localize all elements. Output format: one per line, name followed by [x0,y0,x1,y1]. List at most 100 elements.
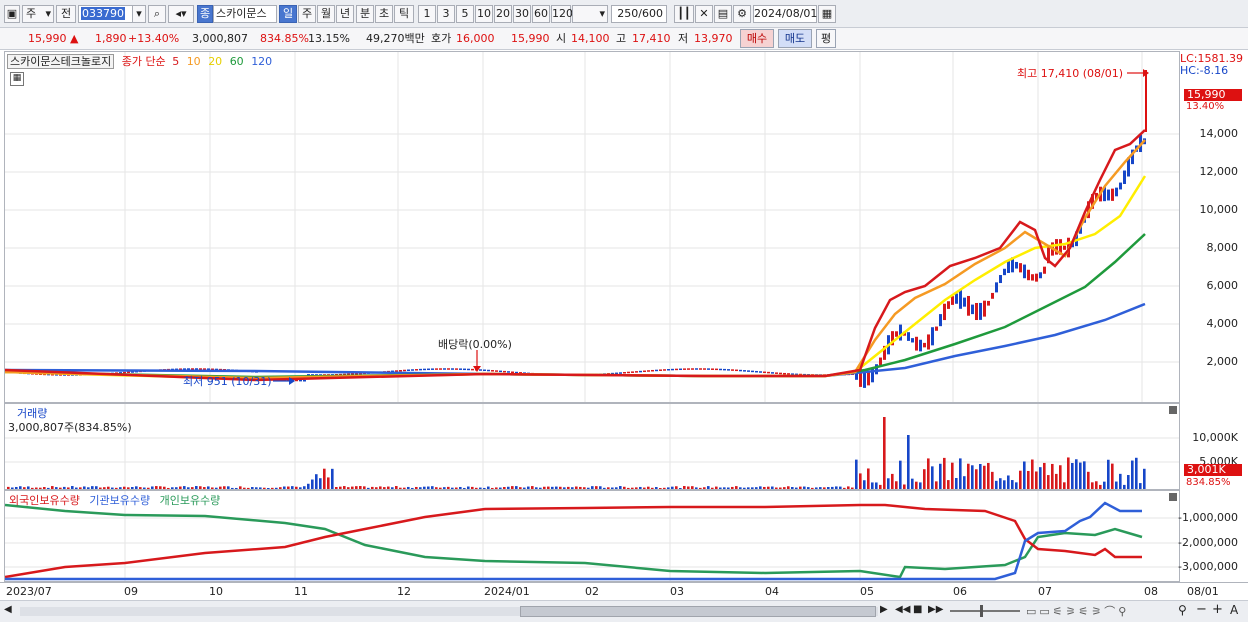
candle [775,372,778,374]
candle [923,342,926,348]
search-icon[interactable]: ⌕ [148,5,166,23]
volume-bar [711,487,714,489]
candle [679,368,682,371]
volume-bar [635,487,638,489]
font-size-icon[interactable]: A [1230,603,1238,617]
volume-bar [671,486,674,489]
period-minute[interactable]: 분 [356,5,374,23]
candle [439,368,442,370]
candles [7,70,1147,388]
grid-table-icon[interactable]: ▦ [10,72,24,86]
period-tick[interactable]: 틱 [394,5,414,23]
window-icon[interactable]: ▣ [4,5,20,23]
volume-bar [271,487,274,489]
interval-3[interactable]: 3 [437,5,455,23]
save-icon[interactable]: ▤ [714,5,732,23]
quote-high-label: 고 [616,32,627,45]
candle [963,297,966,307]
date-input[interactable]: 2024/08/01 [753,5,817,23]
chart-type-badge[interactable]: 종 [197,5,213,23]
dividend-annotation: 배당락(0.00%) [438,338,512,351]
drawing-tools-icons[interactable]: ▭▭⚟⚞⚟⚞⌒⚲ [1026,603,1129,619]
interval-1[interactable]: 1 [418,5,436,23]
holdings-pane[interactable]: 외국인보유수량 기관보유수량 개인보유수량 [4,490,1180,582]
volume-pane[interactable]: 거래량 3,000,807주(834.85%) [4,403,1180,490]
interval-custom-select[interactable]: ▾ [572,5,608,23]
price-pane[interactable]: 스카이문스테크놀로지 종가 단순 5 10 20 60 120 ▦ 최고 17,… [4,51,1180,403]
sell-button[interactable]: 매도 [778,29,812,48]
zoom-icon[interactable]: ⚲ [1178,603,1187,617]
candle [459,368,462,370]
volume-bar [859,473,862,489]
period-year[interactable]: 년 [336,5,354,23]
zoom-out-icon[interactable]: − [1196,602,1207,617]
candle [1107,189,1110,201]
interval-10[interactable]: 10 [475,5,493,23]
gear-icon[interactable]: ⚙ [733,5,751,23]
volume-bars [7,417,1146,489]
candle [499,370,502,373]
volume-bar [187,487,190,489]
volume-bar [1067,457,1070,489]
candle [1039,272,1042,279]
pane-close-icon[interactable] [1169,493,1177,501]
volume-bar [715,486,718,489]
period-week[interactable]: 주 [298,5,316,23]
interval-30[interactable]: 30 [513,5,531,23]
candle-icon[interactable]: ┃┃ [674,5,694,23]
interval-60[interactable]: 60 [532,5,550,23]
candle [975,302,978,321]
volume-bar [1107,459,1110,489]
volume-bar [867,468,870,489]
scroll-left-icon[interactable]: ◀ [4,604,12,615]
candle [411,369,414,371]
volume-bar [739,487,742,489]
volume-bar [123,486,126,489]
candle [511,371,514,374]
candle [479,369,482,371]
volume-bar [223,486,226,489]
x-label-current: 08/01 [1187,585,1219,598]
market-select[interactable]: 주 ▾ [22,5,54,23]
pane-close-icon[interactable] [1169,406,1177,414]
rewind-icon[interactable]: ◀◀ [895,604,910,615]
average-button[interactable]: 평 [816,29,836,48]
volume-bar [583,487,586,489]
interval-5[interactable]: 5 [456,5,474,23]
holdings-legend: 외국인보유수량 기관보유수량 개인보유수량 [9,492,220,508]
candle [723,368,726,371]
volume-bar [667,487,670,489]
volume-bar [779,487,782,489]
calendar-icon[interactable]: ▦ [818,5,836,23]
volume-bar [171,487,174,489]
quote-low-label: 저 [678,32,689,45]
count-input[interactable]: 250/600 [611,5,667,23]
buy-button[interactable]: 매수 [740,29,774,48]
scroll-bar[interactable]: ◀ ▶ ◀◀ ■ ▶▶ ▭▭⚟⚞⚟⚞⌒⚲ ⚲ − + A [0,600,1248,622]
period-month[interactable]: 월 [317,5,335,23]
speaker-icon[interactable]: ◂▾ [168,5,194,23]
zoom-slider-handle[interactable] [980,605,983,617]
volume-bar [95,486,98,489]
y-tick-2000: 2,000 [1206,355,1239,368]
candle [783,372,786,375]
period-day[interactable]: 일 [279,5,297,23]
stop-icon[interactable]: ■ [913,604,922,615]
period-second[interactable]: 초 [375,5,393,23]
scope-button[interactable]: 전 [56,5,76,23]
scroll-thumb[interactable] [520,606,876,617]
volume-bar [267,487,270,489]
volume-chart-svg [5,404,1179,489]
candle [743,370,746,372]
zoom-slider-track[interactable] [950,610,1020,612]
crosshair-icon[interactable]: ✕ [695,5,713,23]
zoom-in-icon[interactable]: + [1212,602,1223,617]
code-dropdown-icon[interactable]: ▾ [132,5,146,23]
scroll-right-icon[interactable]: ▶ [880,604,888,615]
candle [431,368,434,370]
interval-120[interactable]: 120 [551,5,573,23]
interval-20[interactable]: 20 [494,5,512,23]
fast-forward-icon[interactable]: ▶▶ [928,604,943,615]
stock-legend-name[interactable]: 스카이문스테크놀로지 [7,54,115,69]
volume-bar [543,486,546,489]
